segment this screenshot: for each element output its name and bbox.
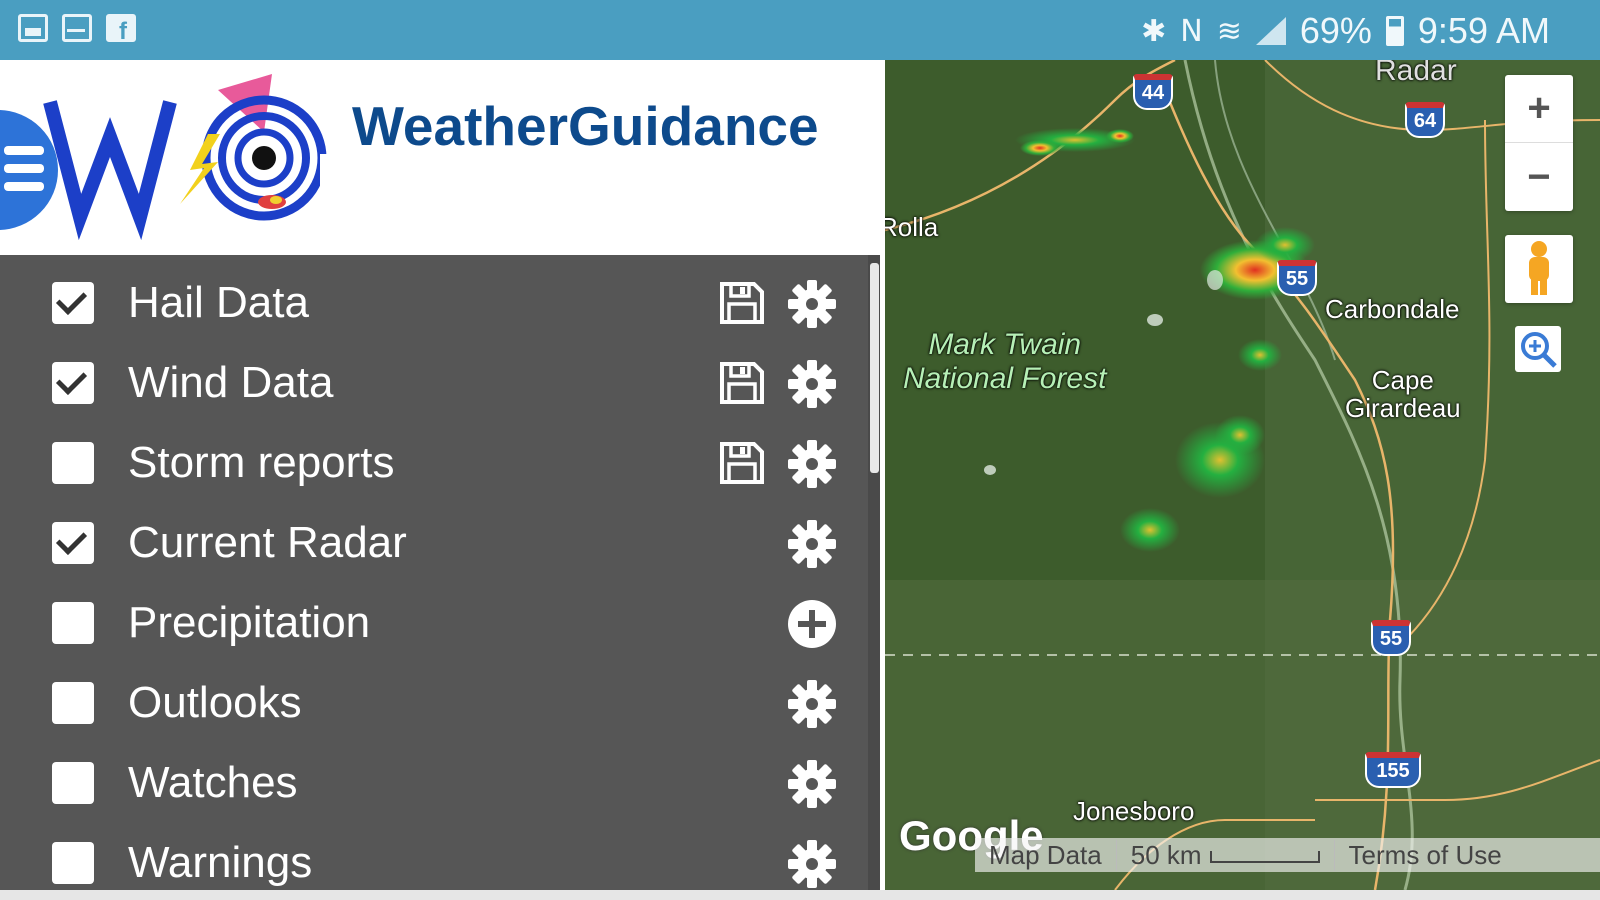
photo-notification-icon: [18, 14, 48, 42]
save-icon[interactable]: [718, 280, 766, 326]
interstate-shield: 55: [1371, 620, 1411, 656]
interstate-shield: 64: [1405, 102, 1445, 138]
layer-row: Storm reports: [0, 420, 868, 500]
scale-bar: [1209, 850, 1320, 863]
layer-row: Outlooks: [0, 660, 868, 740]
layer-label[interactable]: Precipitation: [128, 598, 370, 648]
layer-checkbox[interactable]: [52, 762, 94, 804]
layer-row: Wind Data: [0, 340, 868, 420]
street-view-button[interactable]: [1505, 235, 1573, 303]
layer-row: Current Radar: [0, 500, 868, 580]
gear-icon[interactable]: [786, 278, 838, 330]
layer-checkbox[interactable]: [52, 602, 94, 644]
terms-link[interactable]: Terms of Use: [1335, 840, 1516, 871]
zoom-out-button[interactable]: −: [1505, 143, 1573, 211]
layer-row: Watches: [0, 740, 868, 820]
layer-checkbox[interactable]: [52, 522, 94, 564]
layer-label[interactable]: Storm reports: [128, 438, 395, 488]
magnify-icon: [1521, 332, 1557, 368]
map-label-cape-girardeau: Cape Girardeau: [1345, 365, 1461, 423]
map-label-carbondale: Carbondale: [1325, 294, 1460, 324]
hamburger-icon: [4, 146, 44, 200]
layer-label[interactable]: Wind Data: [128, 358, 333, 408]
save-icon[interactable]: [718, 440, 766, 486]
layer-panel: WeatherGuidance Hail Data Wind Data Storm …: [0, 60, 900, 890]
scrollbar-thumb[interactable]: [870, 263, 879, 473]
save-icon[interactable]: [718, 360, 766, 406]
zoom-in-button[interactable]: +: [1505, 75, 1573, 143]
gear-icon[interactable]: [786, 358, 838, 410]
battery-percent: 69%: [1299, 10, 1372, 51]
system-status: ✱ Ν ≋ 69% 9:59 AM: [1141, 10, 1550, 52]
layer-checkbox[interactable]: [52, 362, 94, 404]
scale-text: 50 km: [1130, 839, 1202, 870]
signal-icon: [1255, 17, 1286, 45]
clock: 9:59 AM: [1417, 10, 1550, 51]
layer-row: Precipitation: [0, 580, 868, 660]
interstate-shield: 44: [1133, 74, 1173, 110]
app-header: WeatherGuidance: [0, 60, 900, 255]
layer-checkbox[interactable]: [52, 442, 94, 484]
layer-row: Hail Data: [0, 260, 868, 340]
layer-row: Warnings: [0, 820, 868, 890]
brand-name: WeatherGuidance: [352, 95, 819, 157]
interstate-shield: 155: [1365, 752, 1421, 788]
status-bar: f ✱ Ν ≋ 69% 9:59 AM: [0, 0, 1600, 60]
zoom-control: + −: [1505, 75, 1573, 211]
map-label-jonesboro: Jonesboro: [1073, 796, 1195, 826]
map-data-link[interactable]: Map Data: [975, 839, 1117, 871]
map-attribution: Map Data 50 km Terms of Use: [975, 838, 1600, 872]
layer-checkbox[interactable]: [52, 282, 94, 324]
facebook-notification-icon: f: [106, 14, 136, 45]
layer-checkbox[interactable]: [52, 842, 94, 884]
layer-label[interactable]: Outlooks: [128, 678, 302, 728]
map-terrain: [885, 60, 1600, 890]
layer-label[interactable]: Hail Data: [128, 278, 309, 328]
nfc-icon: Ν: [1180, 13, 1203, 49]
bottom-edge: [0, 890, 1600, 900]
layer-label[interactable]: Watches: [128, 758, 298, 808]
map-label-forest: Mark Twain National Forest: [903, 328, 1107, 395]
plus-circle-icon[interactable]: [786, 598, 838, 650]
bluetooth-icon: ✱: [1141, 13, 1167, 49]
layer-list: Hail Data Wind Data Storm reports Current R…: [0, 255, 880, 890]
notification-icons: f: [18, 14, 136, 45]
map-label-radar: Radar: [1375, 60, 1457, 87]
zoom-area-button[interactable]: [1515, 326, 1561, 372]
pegman-icon: [1529, 241, 1549, 295]
layer-checkbox[interactable]: [52, 682, 94, 724]
gear-icon[interactable]: [786, 438, 838, 490]
wifi-icon: ≋: [1216, 13, 1242, 49]
gear-icon[interactable]: [786, 678, 838, 730]
gear-icon[interactable]: [786, 758, 838, 810]
interstate-shield: 55: [1277, 260, 1317, 296]
weatherguidance-logo: [43, 74, 332, 241]
gear-icon[interactable]: [786, 518, 838, 570]
layer-label[interactable]: Current Radar: [128, 518, 407, 568]
weather-map[interactable]: Radar Rolla Mark Twain National Forest C…: [885, 60, 1600, 890]
battery-icon: [1385, 16, 1404, 46]
scale-label: 50 km: [1117, 839, 1335, 871]
layer-label[interactable]: Warnings: [128, 838, 312, 888]
gear-icon[interactable]: [786, 838, 838, 890]
mail-notification-icon: [62, 14, 92, 42]
map-label-rolla: Rolla: [885, 212, 939, 242]
